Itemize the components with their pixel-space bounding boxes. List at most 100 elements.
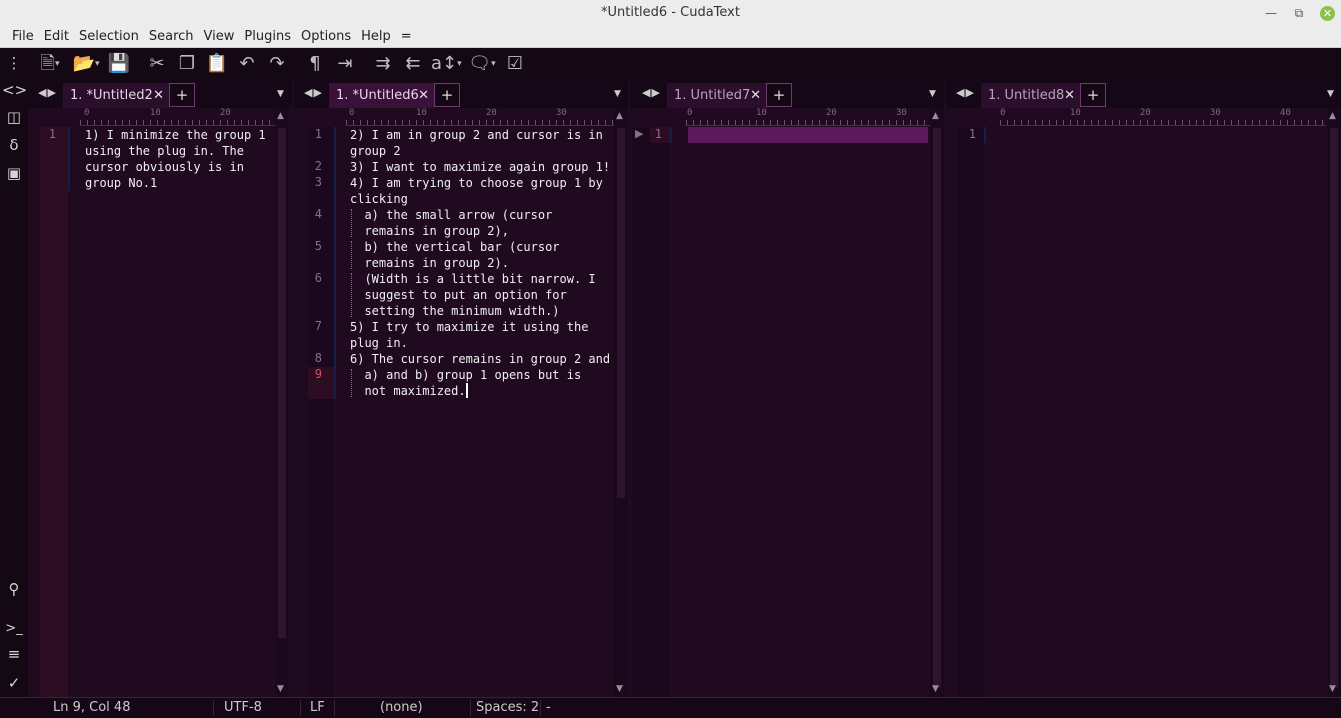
editor-text[interactable]: 1) I minimize the group 1 using the plug… <box>85 127 275 697</box>
menu-help[interactable]: Help <box>356 27 396 47</box>
check-icon[interactable]: ☑ <box>503 52 527 76</box>
redo-icon[interactable]: ↷ <box>265 52 289 76</box>
vertical-scrollbar[interactable]: ▲ ▼ <box>614 108 628 697</box>
vertical-scrollbar[interactable]: ▲ ▼ <box>930 108 944 697</box>
menu-extra[interactable]: = <box>396 27 417 47</box>
menu-file[interactable]: File <box>7 27 39 47</box>
copy-icon[interactable]: ❐ <box>175 52 199 76</box>
tab-nav-arrows-icon[interactable]: ◀▶ <box>304 86 323 99</box>
tab-untitled2[interactable]: 1. *Untitled2 ✕ <box>63 83 170 108</box>
status-encoding[interactable]: UTF-8 <box>224 698 262 718</box>
editor-text[interactable] <box>688 127 928 697</box>
tab-label: 1. *Untitled2 <box>70 88 153 103</box>
close-icon[interactable]: ✕ <box>1320 5 1335 21</box>
ruler: 0 10 20 30 <box>686 108 930 126</box>
status-bar: Ln 9, Col 48 UTF-8 LF (none) Spaces: 2 - <box>0 697 1341 718</box>
tab-close-icon[interactable]: ✕ <box>750 83 761 108</box>
cut-icon[interactable]: ✂ <box>145 52 169 76</box>
side-toolbar: ⋮ <> ◫ δ ▣ ⚲ >_ ≡ ✓ <box>0 48 28 697</box>
tabs-icon[interactable]: ▣ <box>2 162 26 184</box>
save-icon[interactable]: 💾 <box>107 52 131 76</box>
tab-bar: ◀▶ 1. *Untitled6 ✕ + ▼ <box>294 80 628 108</box>
gutter: 1 <box>40 127 68 697</box>
tab-bar: ◀▶ 1. Untitled7 ✕ + ▼ <box>630 80 944 108</box>
new-file-icon[interactable]: 🗎▾ <box>35 52 65 76</box>
maximize-icon[interactable]: ⧉ <box>1292 6 1306 20</box>
menu-view[interactable]: View <box>199 27 240 47</box>
tab-close-icon[interactable]: ✕ <box>418 83 429 108</box>
tab-nav-arrows-icon[interactable]: ◀▶ <box>956 86 975 99</box>
gutter: 1 2 3 4 5 6 7 8 9 <box>308 127 334 697</box>
gutter: ▶ 1 <box>632 127 670 697</box>
menu-options[interactable]: Options <box>296 27 356 47</box>
vertical-scrollbar[interactable]: ▲ ▼ <box>275 108 289 697</box>
indent-icon[interactable]: ⇉ <box>371 52 395 76</box>
status-lexer[interactable]: (none) <box>380 698 423 718</box>
project-icon[interactable]: ◫ <box>2 106 26 128</box>
tab-label: 1. Untitled7 <box>674 88 751 103</box>
editor-text[interactable]: 2) I am in group 2 and cursor is in grou… <box>350 127 614 697</box>
vertical-scrollbar[interactable]: ▲ ▼ <box>1327 108 1341 697</box>
tab-untitled6[interactable]: 1. *Untitled6 ✕ <box>329 83 435 108</box>
tab-close-icon[interactable]: ✕ <box>1064 83 1075 108</box>
ruler: 0 10 20 <box>80 108 275 126</box>
add-tab-button[interactable]: + <box>169 83 195 107</box>
editor-group-2: ◀▶ 1. *Untitled6 ✕ + ▼ 0 10 20 30 1 2 3 … <box>294 80 628 697</box>
comment-icon[interactable]: 🗨▾ <box>467 52 497 76</box>
current-line-highlight <box>688 127 928 143</box>
add-tab-button[interactable]: + <box>1080 83 1106 107</box>
tab-bar: ◀▶ 1. *Untitled2 ✕ + ▼ <box>28 80 292 108</box>
tab-menu-icon[interactable]: ▼ <box>929 89 936 99</box>
editor-group-1: ◀▶ 1. *Untitled2 ✕ + ▼ 0 10 20 1 1) I mi… <box>28 80 292 697</box>
console-icon[interactable]: >_ <box>2 618 26 640</box>
add-tab-button[interactable]: + <box>766 83 792 107</box>
unindent-icon[interactable]: ⇇ <box>401 52 425 76</box>
code-tree-icon[interactable]: <> <box>2 79 27 101</box>
gutter: 1 <box>958 127 984 697</box>
output-icon[interactable]: ≡ <box>2 643 26 665</box>
ruler: 0 10 20 30 <box>346 108 614 126</box>
text-caret <box>465 383 468 398</box>
menu-edit[interactable]: Edit <box>39 27 74 47</box>
tab-menu-icon[interactable]: ▼ <box>1327 89 1334 99</box>
snippets-icon[interactable]: δ <box>2 134 26 156</box>
add-tab-button[interactable]: + <box>434 83 460 107</box>
editor-group-4: ◀▶ 1. Untitled8 ✕ + ▼ 0 10 20 30 40 1 ▲ … <box>946 80 1341 697</box>
editor-text[interactable] <box>1002 127 1326 697</box>
menu-dots-icon[interactable]: ⋮ <box>2 52 26 74</box>
window-controls: — ⧉ ✕ <box>1264 0 1335 26</box>
menu-plugins[interactable]: Plugins <box>239 27 296 47</box>
tab-menu-icon[interactable]: ▼ <box>277 89 284 99</box>
tab-label: 1. Untitled8 <box>988 88 1065 103</box>
editor-group-3: ◀▶ 1. Untitled7 ✕ + ▼ 0 10 20 30 ▶ 1 ▲ ▼ <box>630 80 944 697</box>
status-indent[interactable]: Spaces: 2 <box>476 698 539 718</box>
show-unprinted-icon[interactable]: ¶ <box>303 52 327 76</box>
open-file-icon[interactable]: 📂▾ <box>71 52 101 76</box>
status-extra: - <box>546 700 551 715</box>
validate-icon[interactable]: ✓ <box>2 672 26 694</box>
main-toolbar: 🗎▾ 📂▾ 💾 ✂ ❐ 📋 ↶ ↷ ¶ ⇥ ⇉ ⇇ a↕▾ 🗨▾ ☑ <box>28 48 1341 80</box>
tab-menu-icon[interactable]: ▼ <box>614 89 621 99</box>
case-icon[interactable]: a↕▾ <box>431 52 462 76</box>
window-title: *Untitled6 - CudaText <box>601 5 740 20</box>
menu-selection[interactable]: Selection <box>74 27 144 47</box>
menu-search[interactable]: Search <box>144 27 199 47</box>
tab-untitled7[interactable]: 1. Untitled7 ✕ <box>667 83 767 108</box>
paste-icon[interactable]: 📋 <box>205 52 229 76</box>
title-bar: *Untitled6 - CudaText — ⧉ ✕ <box>0 0 1341 26</box>
minimize-icon[interactable]: — <box>1264 6 1278 20</box>
status-caret-position[interactable]: Ln 9, Col 48 <box>53 698 130 718</box>
undo-icon[interactable]: ↶ <box>235 52 259 76</box>
ruler: 0 10 20 30 40 <box>1000 108 1326 126</box>
tab-untitled8[interactable]: 1. Untitled8 ✕ <box>981 83 1081 108</box>
tab-nav-arrows-icon[interactable]: ◀▶ <box>642 86 661 99</box>
tab-close-icon[interactable]: ✕ <box>153 83 164 108</box>
status-line-ending[interactable]: LF <box>310 698 325 718</box>
bookmark-arrow-icon: ▶ <box>635 127 644 140</box>
search-icon[interactable]: ⚲ <box>2 578 26 600</box>
menu-bar: File Edit Selection Search View Plugins … <box>0 26 1341 48</box>
wrap-icon[interactable]: ⇥ <box>333 52 357 76</box>
tab-bar: ◀▶ 1. Untitled8 ✕ + ▼ <box>946 80 1341 108</box>
tab-nav-arrows-icon[interactable]: ◀▶ <box>38 86 57 99</box>
tab-label: 1. *Untitled6 <box>336 88 419 103</box>
